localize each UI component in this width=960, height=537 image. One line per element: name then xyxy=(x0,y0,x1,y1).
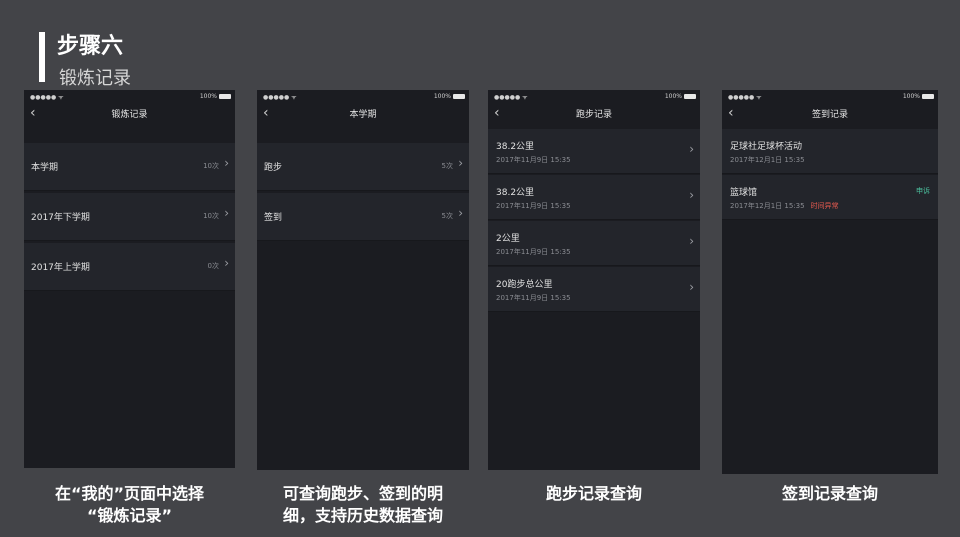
list-item-label: 2017年下学期 xyxy=(31,213,90,223)
list-item-label: 足球社足球杯活动 xyxy=(730,142,803,152)
list-item[interactable]: 20跑步总公里 2017年11月9日 15:35 › xyxy=(488,267,700,312)
list-item-time: 2017年11月9日 15:35 xyxy=(496,294,571,302)
chevron-right-icon: › xyxy=(458,206,463,220)
page-subtitle: 锻炼记录 xyxy=(59,68,131,89)
list-item[interactable]: 跑步 5次 › xyxy=(257,143,469,191)
caption-line: “锻炼记录” xyxy=(86,506,173,525)
nav-title: 签到记录 xyxy=(811,110,848,120)
list-item-time: 2017年11月9日 15:35 xyxy=(496,248,571,256)
list-item-label: 篮球馆 xyxy=(730,188,758,198)
list-item-label: 跑步 xyxy=(264,163,283,173)
list-item[interactable]: 签到 5次 › xyxy=(257,193,469,241)
chevron-right-icon: › xyxy=(689,188,694,202)
battery-icon xyxy=(922,94,934,99)
caption-line: 细，支持历史数据查询 xyxy=(282,506,443,525)
chevron-right-icon: › xyxy=(224,256,229,270)
appeal-button[interactable]: 申诉 xyxy=(916,186,930,196)
list-item-count: 5次 xyxy=(441,162,453,170)
list-item-time: 2017年11月9日 15:35 xyxy=(496,156,571,164)
list-item-count: 5次 xyxy=(441,212,453,220)
list-item[interactable]: 足球社足球杯活动 2017年12月1日 15:35 xyxy=(722,129,938,174)
battery-icon xyxy=(684,94,696,99)
list-item[interactable]: 本学期 10次 › xyxy=(24,143,235,191)
list-item-label: 20跑步总公里 xyxy=(496,280,553,290)
caption-step-3: 跑步记录查询 xyxy=(488,483,700,505)
list-item-label: 本学期 xyxy=(31,163,59,173)
list-item-count: 10次 xyxy=(203,212,219,220)
caption-step-4: 签到记录查询 xyxy=(722,483,938,505)
phone-screen-running-records: ●●●●● ᯤ 100% ‹ 跑步记录 38.2公里 2017年11月9日 15… xyxy=(488,90,700,470)
list-item-time: 2017年12月1日 15:35 时间异常 xyxy=(730,202,839,210)
nav-bar: ‹ 锻炼记录 xyxy=(24,103,235,125)
chevron-right-icon: › xyxy=(689,280,694,294)
caption-line: 在“我的”页面中选择 xyxy=(54,484,205,503)
chevron-right-icon: › xyxy=(224,156,229,170)
list-item-time: 2017年12月1日 15:35 xyxy=(730,156,805,164)
chevron-right-icon: › xyxy=(689,142,694,156)
title-accent-bar xyxy=(39,32,45,82)
list-item[interactable]: 2017年下学期 10次 › xyxy=(24,193,235,241)
warning-badge: 时间异常 xyxy=(810,202,839,210)
battery-icon xyxy=(219,94,231,99)
list-item[interactable]: 38.2公里 2017年11月9日 15:35 › xyxy=(488,175,700,220)
chevron-right-icon: › xyxy=(224,206,229,220)
phone-screen-this-semester: ●●●●● ᯤ 100% ‹ 本学期 跑步 5次 › 签到 5次 › xyxy=(257,90,469,470)
nav-bar: ‹ 跑步记录 xyxy=(488,103,700,125)
signal-icon: ●●●●● ᯤ xyxy=(30,94,64,101)
list-item-count: 10次 xyxy=(203,162,219,170)
caption-line: 可查询跑步、签到的明 xyxy=(282,484,443,503)
list-item[interactable]: 篮球馆 2017年12月1日 15:35 时间异常 申诉 xyxy=(722,175,938,220)
battery-indicator: 100% xyxy=(200,93,231,100)
status-bar: ●●●●● ᯤ 100% xyxy=(24,90,235,103)
list-item-label: 2公里 xyxy=(496,234,520,244)
status-bar: ●●●●● ᯤ 100% xyxy=(488,90,700,103)
signal-icon: ●●●●● ᯤ xyxy=(263,94,297,101)
battery-indicator: 100% xyxy=(903,93,934,100)
list-item[interactable]: 2公里 2017年11月9日 15:35 › xyxy=(488,221,700,266)
status-bar: ●●●●● ᯤ 100% xyxy=(257,90,469,103)
nav-title: 锻炼记录 xyxy=(111,110,148,120)
battery-icon xyxy=(453,94,465,99)
list-item[interactable]: 2017年上学期 0次 › xyxy=(24,243,235,291)
list-item-label: 38.2公里 xyxy=(496,188,535,198)
nav-bar: ‹ 签到记录 xyxy=(722,103,938,125)
caption-step-2: 可查询跑步、签到的明 细，支持历史数据查询 xyxy=(257,483,469,527)
battery-indicator: 100% xyxy=(434,93,465,100)
page-title: 步骤六 xyxy=(57,34,124,59)
list-item-time: 2017年11月9日 15:35 xyxy=(496,202,571,210)
signal-icon: ●●●●● ᯤ xyxy=(494,94,528,101)
caption-line: 签到记录查询 xyxy=(781,484,878,503)
list-item-label: 签到 xyxy=(264,213,283,223)
status-bar: ●●●●● ᯤ 100% xyxy=(722,90,938,103)
nav-title: 跑步记录 xyxy=(575,110,612,120)
nav-title: 本学期 xyxy=(349,110,377,120)
signal-icon: ●●●●● ᯤ xyxy=(728,94,762,101)
battery-indicator: 100% xyxy=(665,93,696,100)
list-item-label: 38.2公里 xyxy=(496,142,535,152)
list-item-label: 2017年上学期 xyxy=(31,263,90,273)
nav-bar: ‹ 本学期 xyxy=(257,103,469,125)
list-item[interactable]: 38.2公里 2017年11月9日 15:35 › xyxy=(488,129,700,174)
phone-screen-exercise-records: ●●●●● ᯤ 100% ‹ 锻炼记录 本学期 10次 › 2017年下学期 1… xyxy=(24,90,235,468)
chevron-right-icon: › xyxy=(458,156,463,170)
caption-line: 跑步记录查询 xyxy=(545,484,642,503)
list-item-count: 0次 xyxy=(207,262,219,270)
chevron-right-icon: › xyxy=(689,234,694,248)
caption-step-1: 在“我的”页面中选择 “锻炼记录” xyxy=(24,483,235,527)
phone-screen-checkin-records: ●●●●● ᯤ 100% ‹ 签到记录 足球社足球杯活动 2017年12月1日 … xyxy=(722,90,938,474)
